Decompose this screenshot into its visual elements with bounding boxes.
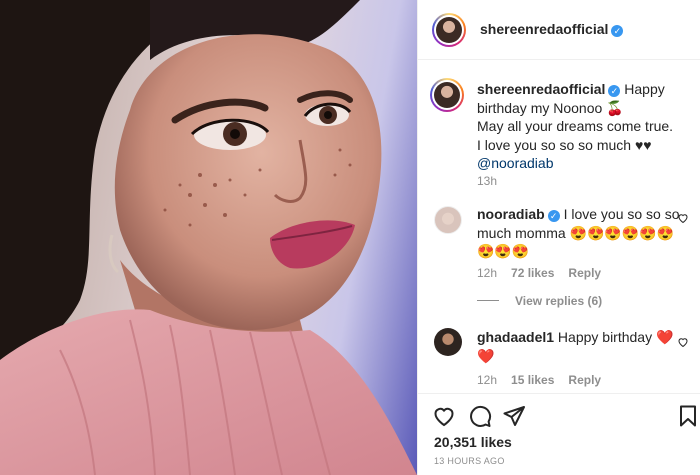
verified-badge-icon: ✓ (608, 85, 621, 97)
caption: shereenredaofficial ✓ Happy birthday my N… (477, 80, 692, 173)
comment-username[interactable]: nooradiab (477, 206, 545, 222)
caption-time[interactable]: 13h (477, 174, 497, 188)
post-photo[interactable] (0, 0, 417, 475)
post-actions: 20,351 likes 13 HOURS AGO (418, 393, 700, 475)
comment-likes[interactable]: 15 likes (511, 373, 554, 387)
caption-line2: May all your dreams come true. (477, 118, 674, 134)
comment-like-icon[interactable] (677, 336, 689, 348)
verified-badge-icon: ✓ (547, 210, 560, 222)
comment-meta: 12h 72 likes Reply (477, 266, 601, 280)
bookmark-icon[interactable] (676, 404, 700, 428)
commenter-avatar[interactable] (434, 206, 462, 234)
portrait-illustration (0, 0, 417, 475)
comment: nooradiab ✓ I love you so so so much momm… (477, 205, 682, 261)
verified-badge-icon: ✓ (611, 25, 624, 37)
comment: ghadaadel1 Happy birthday ❤️ ❤️ (477, 328, 682, 365)
divider (477, 300, 499, 301)
comment-time[interactable]: 12h (477, 266, 497, 280)
comment-likes[interactable]: 72 likes (511, 266, 554, 280)
comment-username[interactable]: ghadaadel1 (477, 329, 554, 345)
commenter-avatar[interactable] (434, 328, 462, 356)
heart-outline-icon[interactable] (432, 404, 456, 428)
caption-avatar[interactable] (430, 78, 464, 112)
comment-meta: 12h 15 likes Reply (477, 373, 601, 387)
paper-plane-icon[interactable] (502, 404, 526, 428)
comment-reply-button[interactable]: Reply (568, 266, 601, 280)
comment-time[interactable]: 12h (477, 373, 497, 387)
post-timestamp[interactable]: 13 HOURS AGO (434, 456, 505, 466)
caption-mention[interactable]: @nooradiab (477, 155, 554, 171)
comment-reply-button[interactable]: Reply (568, 373, 601, 387)
author-username[interactable]: shereenredaofficial ✓ (480, 21, 624, 37)
comment-like-icon[interactable] (677, 212, 689, 224)
view-replies-button[interactable]: View replies (6) (477, 294, 602, 308)
post-header: shereenredaofficial ✓ (418, 0, 700, 60)
caption-username[interactable]: shereenredaofficial (477, 81, 605, 97)
caption-line3: I love you so so so much ♥♥ (477, 136, 652, 153)
like-count[interactable]: 20,351 likes (434, 434, 512, 450)
post-details-panel: shereenredaofficial ✓ shereenredaofficial… (417, 0, 700, 475)
author-avatar[interactable] (432, 13, 466, 47)
comment-icon[interactable] (468, 404, 492, 428)
